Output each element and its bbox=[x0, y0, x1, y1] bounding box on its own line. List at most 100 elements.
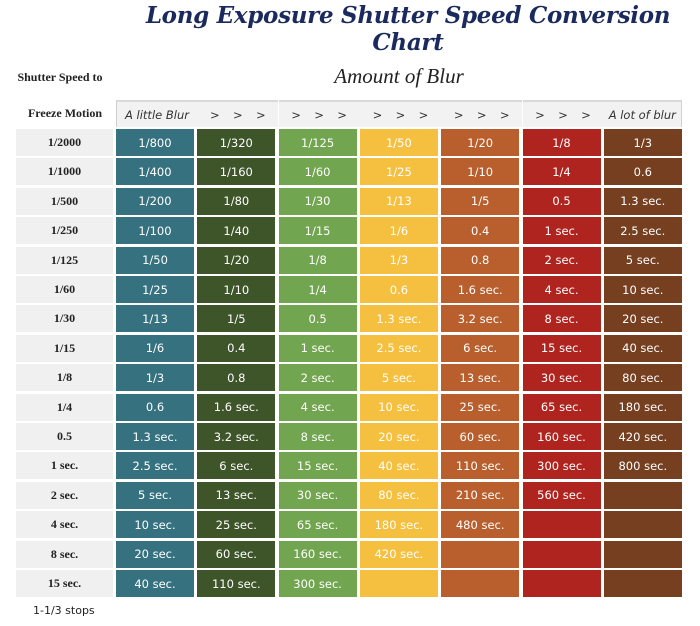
table-cell: 560 sec. bbox=[522, 481, 601, 509]
table-cell: 1.3 sec. bbox=[359, 305, 438, 333]
table-cell: 1/25 bbox=[359, 158, 438, 186]
table-cell: 1/6 bbox=[359, 217, 438, 245]
row-label: 1/60 bbox=[16, 276, 113, 303]
table-cell: 180 sec. bbox=[359, 511, 438, 539]
table-cell: 2.5 sec. bbox=[116, 452, 194, 480]
table-cell: 65 sec. bbox=[278, 511, 357, 539]
arrow-glyph: > bbox=[418, 107, 429, 122]
table-cell: 2 sec. bbox=[522, 246, 601, 274]
row-label: 1/500 bbox=[16, 187, 113, 215]
table-cell: 1.3 sec. bbox=[603, 187, 682, 215]
table-cell bbox=[522, 540, 601, 568]
table-cell: 10 sec. bbox=[603, 276, 682, 303]
table-cell bbox=[441, 540, 520, 568]
table-cell: 1/10 bbox=[441, 158, 520, 186]
table-cell: 2.5 sec. bbox=[603, 217, 682, 245]
table-cell: 1.6 sec. bbox=[197, 393, 276, 421]
table-cell: 1/40 bbox=[197, 217, 276, 245]
table-cell: 1/5 bbox=[197, 305, 276, 333]
table-cell: 6 sec. bbox=[197, 452, 276, 480]
table-cell: 160 sec. bbox=[522, 423, 601, 450]
arrow-glyph: > bbox=[255, 107, 266, 122]
table-cell: 1/3 bbox=[603, 129, 682, 156]
row-label: 0.5 bbox=[16, 423, 113, 450]
row-label: 1/125 bbox=[16, 246, 113, 274]
table-cell: 1/10 bbox=[197, 276, 276, 303]
row-label: 1 sec. bbox=[16, 452, 113, 480]
table-cell: 1/20 bbox=[197, 246, 276, 274]
table-cell: 0.5 bbox=[522, 187, 601, 215]
table-cell: 5 sec. bbox=[359, 364, 438, 392]
arrow-glyph: > bbox=[581, 107, 591, 122]
column-header: A lot of blur bbox=[603, 100, 682, 127]
table-cell: 10 sec. bbox=[116, 511, 194, 539]
table-cell: 1.6 sec. bbox=[441, 276, 520, 303]
table-cell: 15 sec. bbox=[522, 334, 601, 362]
table-cell bbox=[359, 570, 438, 597]
table-cell: 13 sec. bbox=[197, 481, 276, 509]
table-cell: 25 sec. bbox=[197, 511, 276, 539]
table-cell: 25 sec. bbox=[441, 393, 520, 421]
table-cell: 300 sec. bbox=[278, 570, 357, 597]
arrow-glyph: > bbox=[453, 107, 464, 122]
table-cell: 1/80 bbox=[197, 187, 276, 215]
arrows-icon: > > > bbox=[441, 108, 522, 122]
table-cell: 4 sec. bbox=[522, 276, 601, 303]
column-header: > > > bbox=[359, 100, 441, 127]
arrow-glyph: > bbox=[476, 107, 487, 122]
column-header: > > > bbox=[278, 100, 360, 127]
table-cell: 0.6 bbox=[359, 276, 438, 303]
arrows-icon: > > > bbox=[523, 108, 604, 122]
table-cell: 8 sec. bbox=[522, 305, 601, 333]
arrow-glyph: > bbox=[209, 107, 220, 122]
table-cell bbox=[603, 540, 682, 568]
table-cell: 0.4 bbox=[197, 334, 276, 362]
table-cell: 30 sec. bbox=[278, 481, 357, 509]
table-cell: 0.8 bbox=[197, 364, 276, 392]
table-cell: 1/160 bbox=[197, 158, 276, 186]
table-cell: 3.2 sec. bbox=[197, 423, 276, 450]
table-cell: 1/8 bbox=[278, 246, 357, 274]
table-cell: 4 sec. bbox=[278, 393, 357, 421]
table-cell: 1/13 bbox=[116, 305, 194, 333]
table-cell: 1/6 bbox=[116, 334, 194, 362]
row-label: 4 sec. bbox=[16, 511, 113, 539]
table-cell: 1/100 bbox=[116, 217, 194, 245]
column-header: > > > bbox=[522, 100, 604, 127]
table-cell: 0.6 bbox=[603, 158, 682, 186]
row-label: 1/15 bbox=[16, 334, 113, 362]
conversion-table: A little Blur > > > > > > > > > > > > > > > A lot of blu… bbox=[0, 0, 700, 626]
arrow-glyph: > bbox=[372, 107, 383, 122]
row-label: 1/250 bbox=[16, 217, 113, 245]
table-cell: 10 sec. bbox=[359, 393, 438, 421]
table-cell bbox=[603, 481, 682, 509]
arrow-glyph: > bbox=[395, 107, 406, 122]
table-cell: 1/8 bbox=[522, 129, 601, 156]
table-cell: 1 sec. bbox=[522, 217, 601, 245]
table-cell: 1/13 bbox=[359, 187, 438, 215]
table-cell: 1/4 bbox=[278, 276, 357, 303]
table-cell: 1/30 bbox=[278, 187, 357, 215]
row-label: 1/4 bbox=[16, 393, 113, 421]
row-label: 1/2000 bbox=[16, 129, 113, 156]
table-cell: 3.2 sec. bbox=[441, 305, 520, 333]
table-cell: 800 sec. bbox=[603, 452, 682, 480]
table-cell: 300 sec. bbox=[522, 452, 601, 480]
row-label: 1/1000 bbox=[16, 158, 113, 186]
table-cell: 1/3 bbox=[116, 364, 194, 392]
table-cell: 2 sec. bbox=[278, 364, 357, 392]
table-cell: 40 sec. bbox=[359, 452, 438, 480]
table-cell: 1/15 bbox=[278, 217, 357, 245]
table-cell: 80 sec. bbox=[359, 481, 438, 509]
table-cell: 40 sec. bbox=[116, 570, 194, 597]
table-cell: 0.5 bbox=[278, 305, 357, 333]
table-cell: 8 sec. bbox=[278, 423, 357, 450]
table-cell: 65 sec. bbox=[522, 393, 601, 421]
table-cell: 1/50 bbox=[359, 129, 438, 156]
table-cell: 1/20 bbox=[441, 129, 520, 156]
arrow-glyph: > bbox=[499, 107, 510, 122]
row-label: 8 sec. bbox=[16, 540, 113, 568]
table-cell: 1/5 bbox=[441, 187, 520, 215]
table-cell: 210 sec. bbox=[441, 481, 520, 509]
arrow-glyph: > bbox=[314, 107, 324, 122]
